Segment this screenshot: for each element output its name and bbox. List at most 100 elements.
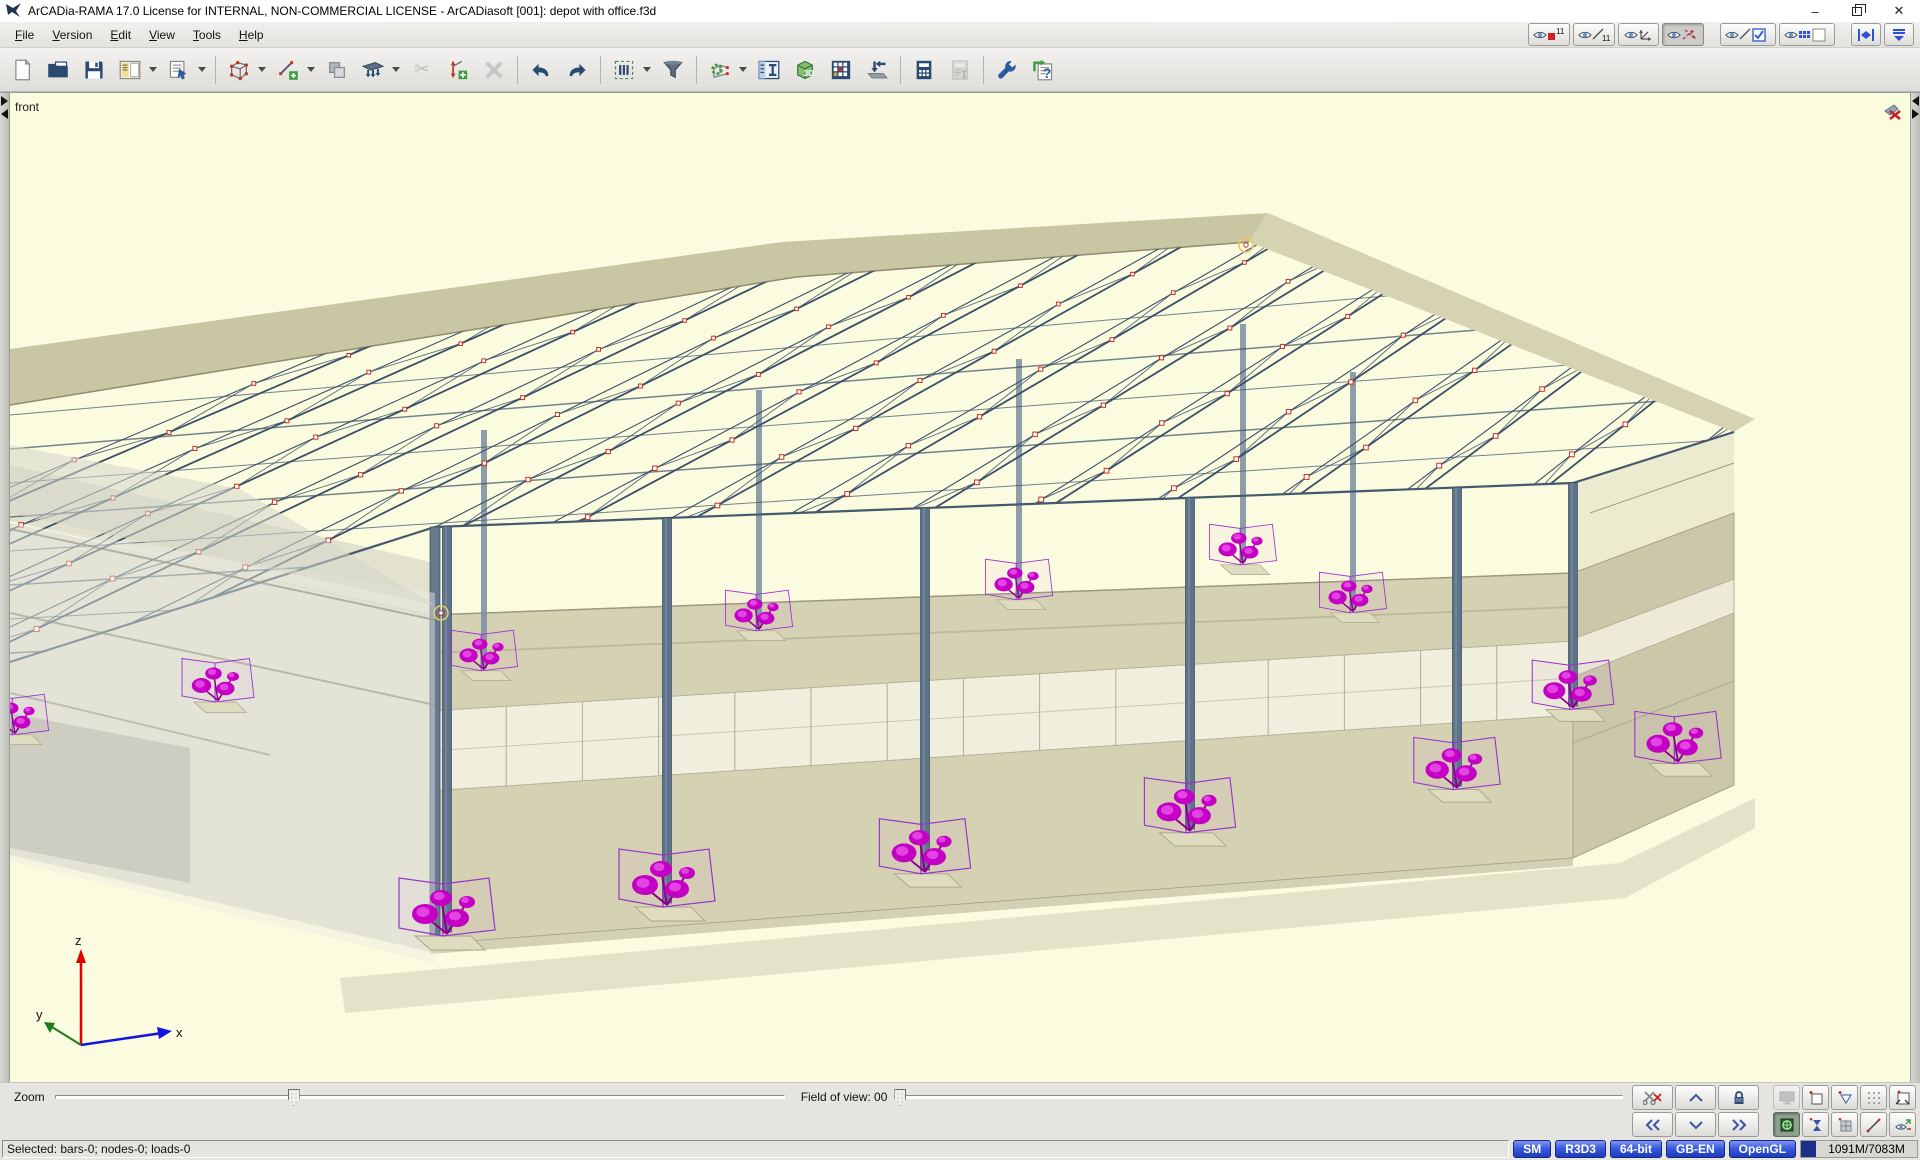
zoom-slider[interactable] (55, 1095, 785, 1099)
selection-status: Selected: bars-0; nodes-0; loads-0 (2, 1140, 1509, 1158)
show-supports-button[interactable] (1618, 23, 1659, 46)
save-button[interactable] (76, 52, 112, 88)
add-dimension-button[interactable] (440, 52, 476, 88)
monitor-icon (1779, 1091, 1795, 1105)
snap-nodes-button[interactable] (1831, 1112, 1858, 1137)
field-of-view-slider-thumb[interactable] (894, 1089, 906, 1106)
view-3d-button[interactable]: 3D (787, 52, 823, 88)
apply-loads-button[interactable] (859, 52, 895, 88)
status-badge-r3d3[interactable]: R3D3 (1555, 1140, 1606, 1158)
grid-plus-icon (1837, 1117, 1853, 1133)
menu-tools[interactable]: Tools (184, 24, 230, 46)
svg-text:11: 11 (1556, 27, 1565, 36)
undo-button[interactable] (523, 52, 559, 88)
show-loads-button[interactable] (1662, 23, 1704, 46)
show-bar-numbers-button[interactable]: 11 (1573, 23, 1615, 46)
restore-button[interactable] (1836, 0, 1878, 22)
report-results-button[interactable] (942, 52, 978, 88)
snap-grid-button[interactable] (1860, 1085, 1887, 1110)
right-splitter[interactable] (1910, 93, 1920, 1082)
menu-help[interactable]: Help (230, 24, 273, 46)
add-bar-button[interactable] (270, 52, 306, 88)
status-badge-lang[interactable]: GB-EN (1666, 1140, 1725, 1158)
show-node-numbers-button[interactable]: 11 (1528, 23, 1570, 46)
loads-button[interactable] (355, 52, 391, 88)
status-badge-64bit[interactable]: 64-bit (1610, 1140, 1662, 1158)
menu-view[interactable]: View (140, 24, 184, 46)
results-grid-icon (830, 59, 852, 81)
cut-button[interactable]: ✂ (404, 52, 440, 88)
field-of-view-slider[interactable] (895, 1095, 1623, 1099)
triangle-plus-icon (1837, 1090, 1853, 1106)
add-support-view-button[interactable] (1831, 1085, 1858, 1110)
minimize-button[interactable]: – (1794, 0, 1836, 22)
window-title: ArCADia-RAMA 17.0 License for INTERNAL, … (28, 4, 1794, 18)
undo-icon (529, 59, 553, 81)
pan-up-button[interactable] (1675, 1085, 1716, 1110)
frame-3d-button[interactable] (221, 52, 257, 88)
menu-edit[interactable]: Edit (101, 24, 140, 46)
project-manager-button[interactable] (112, 52, 148, 88)
open-folder-icon (47, 59, 69, 81)
filter-button[interactable] (655, 52, 691, 88)
frame-3d-dropdown[interactable] (258, 67, 266, 72)
svg-text:3D: 3D (804, 69, 814, 78)
expand-panel-button[interactable] (1884, 23, 1914, 46)
eye-orbit-icon (1894, 1117, 1912, 1133)
redo-button[interactable] (559, 52, 595, 88)
show-bars-filter-button[interactable] (1720, 23, 1776, 46)
project-manager-dropdown[interactable] (149, 67, 157, 72)
selection-mode-button[interactable] (606, 52, 642, 88)
copy-button[interactable] (319, 52, 355, 88)
pan-right-button[interactable] (1718, 1112, 1759, 1137)
render-mode-button[interactable] (1773, 1112, 1800, 1137)
display-settings-button[interactable] (1773, 1085, 1800, 1110)
show-mesh-filter-button[interactable] (1779, 23, 1835, 46)
status-badge-opengl[interactable]: OpenGL (1729, 1140, 1796, 1158)
options-button[interactable] (989, 52, 1025, 88)
selection-mode-dropdown[interactable] (643, 67, 651, 72)
report-button[interactable] (161, 52, 197, 88)
redraw-button[interactable] (1802, 1112, 1829, 1137)
view-nav-buttons (1632, 1085, 1916, 1137)
calculation-settings-dropdown[interactable] (739, 67, 747, 72)
results-table-button[interactable] (823, 52, 859, 88)
close-button[interactable]: ✕ (1878, 0, 1920, 22)
report-dropdown[interactable] (198, 67, 206, 72)
loads-dropdown[interactable] (392, 67, 400, 72)
help-button[interactable]: ? (1025, 52, 1061, 88)
calculation-settings-button[interactable] (702, 52, 738, 88)
add-bar-dropdown[interactable] (307, 67, 315, 72)
axis-label-z: z (75, 933, 82, 948)
status-bar: Selected: bars-0; nodes-0; loads-0 SM R3… (0, 1138, 1920, 1160)
eye-node-numbers-icon: 11 (1532, 26, 1566, 44)
collapse-panel-button[interactable] (1851, 23, 1881, 46)
field-of-view-label: Field of view: 00 (785, 1090, 896, 1104)
report-export-icon (168, 59, 190, 81)
view-3d-cube-icon: 3D (793, 59, 817, 81)
memory-gauge (1801, 1141, 1816, 1157)
measure-button[interactable] (1860, 1112, 1887, 1137)
new-viewport-button[interactable] (1889, 1085, 1916, 1110)
new-file-button[interactable] (4, 52, 40, 88)
zoom-slider-thumb[interactable] (288, 1089, 300, 1106)
status-badge-sm[interactable]: SM (1513, 1140, 1551, 1158)
zoom-label: Zoom (0, 1090, 55, 1104)
menu-file[interactable]: File (6, 24, 43, 46)
orbit-view-button[interactable] (1889, 1112, 1916, 1137)
model-canvas[interactable]: zxy (10, 93, 1910, 1083)
viewport-flag-icon[interactable] (1882, 103, 1904, 123)
splitter-collapse-left-icon (1, 109, 8, 119)
menu-version[interactable]: Version (43, 24, 101, 46)
cut-view-button[interactable] (1632, 1085, 1673, 1110)
pan-left-button[interactable] (1632, 1112, 1673, 1137)
lock-view-button[interactable] (1718, 1085, 1759, 1110)
dot-grid-icon (1866, 1090, 1882, 1106)
calculate-button[interactable] (906, 52, 942, 88)
sections-table-button[interactable] (751, 52, 787, 88)
open-file-button[interactable] (40, 52, 76, 88)
add-node-view-button[interactable] (1802, 1085, 1829, 1110)
left-splitter[interactable] (0, 93, 10, 1082)
delete-button[interactable] (476, 52, 512, 88)
pan-down-button[interactable] (1675, 1112, 1716, 1137)
